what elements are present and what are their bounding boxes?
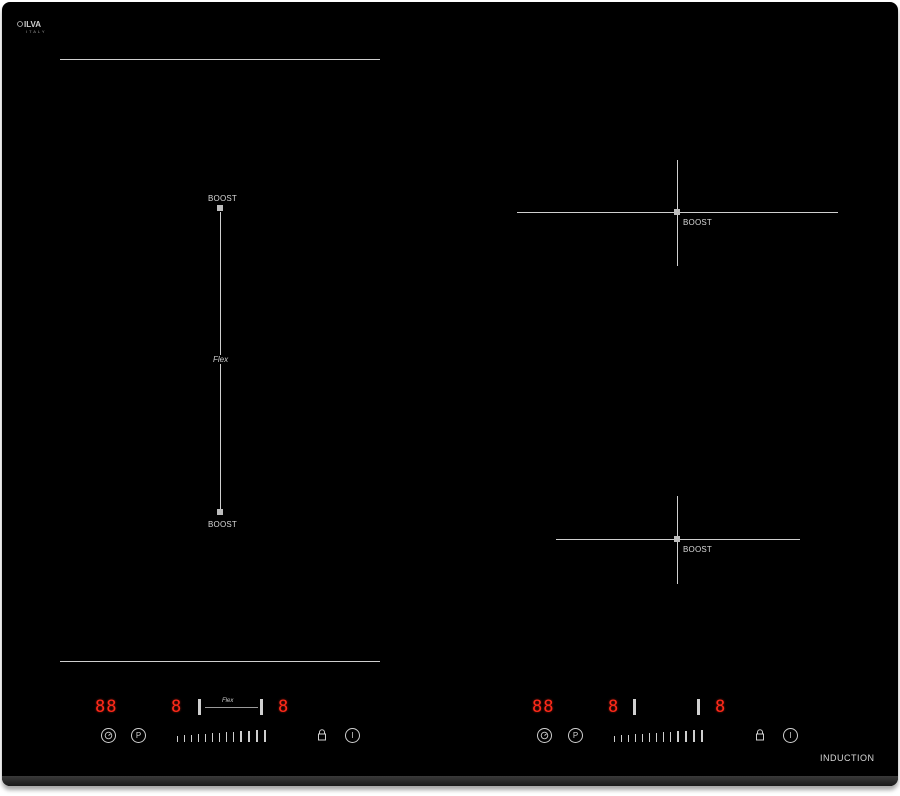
slider-tick	[663, 732, 664, 742]
slider-tick	[642, 734, 643, 742]
left-lock-button[interactable]	[315, 728, 329, 742]
left-power-slider[interactable]	[177, 728, 266, 742]
brand-tagline: ITALY	[26, 29, 47, 34]
left-timer-display: 88	[95, 697, 118, 717]
right-zone-display-1: 8	[608, 697, 620, 717]
left-bridge-start-knob[interactable]	[198, 699, 201, 715]
right-power-slider[interactable]	[614, 728, 703, 742]
right-pause-button[interactable]: P	[568, 728, 583, 743]
slider-tick	[205, 734, 206, 742]
induction-label: INDUCTION	[820, 753, 875, 763]
flex-zone-top-line	[60, 59, 380, 60]
hob-frame-edge	[2, 776, 898, 786]
slider-tick	[198, 734, 199, 742]
brand-logo-mark: ILVA ITALY	[17, 20, 47, 34]
slider-tick	[656, 733, 657, 742]
slider-tick	[670, 732, 671, 742]
right-lock-button[interactable]	[753, 728, 767, 742]
left-pause-button[interactable]: P	[131, 728, 146, 743]
lock-icon	[318, 729, 326, 741]
slider-tick	[226, 732, 227, 742]
flex-center-label: Flex	[211, 355, 231, 364]
flex-boost-bottom-marker[interactable]	[217, 509, 223, 515]
flex-boost-top-marker[interactable]	[217, 205, 223, 211]
timer-icon	[104, 731, 113, 740]
right-bottom-boost-label: BOOST	[683, 545, 713, 554]
flex-zone-bottom-line	[60, 661, 380, 662]
left-zone-display-2: 8	[278, 697, 290, 717]
slider-tick	[191, 735, 192, 742]
slider-tick	[614, 736, 615, 742]
slider-tick	[635, 734, 636, 742]
slider-tick	[233, 732, 234, 742]
slider-tick	[685, 731, 687, 742]
flex-boost-top-label: BOOST	[208, 194, 238, 203]
slider-tick	[240, 731, 242, 742]
right-bottom-boost-marker[interactable]	[674, 536, 680, 542]
left-bridge-line	[205, 707, 258, 708]
right-timer-button[interactable]	[537, 728, 552, 743]
slider-tick	[177, 736, 178, 742]
timer-icon	[540, 731, 549, 740]
slider-tick	[621, 735, 622, 742]
slider-tick	[693, 730, 695, 742]
slider-tick	[701, 730, 703, 742]
slider-tick	[264, 730, 266, 742]
left-timer-button[interactable]	[101, 728, 116, 743]
right-zone-end-knob[interactable]	[697, 699, 700, 715]
left-bridge-label: Flex	[221, 698, 235, 704]
slider-tick	[248, 731, 250, 742]
slider-tick	[219, 733, 220, 742]
lock-icon	[756, 729, 764, 741]
flex-boost-bottom-label: BOOST	[208, 520, 238, 529]
left-bridge-end-knob[interactable]	[260, 699, 263, 715]
brand-name: ILVA	[24, 20, 41, 29]
induction-hob: ILVA ITALY BOOST Flex BOOST BOOST BOOST …	[2, 2, 898, 786]
slider-tick	[649, 733, 650, 742]
right-zone-display-2: 8	[715, 697, 727, 717]
slider-tick	[212, 733, 213, 742]
slider-tick	[628, 735, 629, 742]
slider-tick	[256, 730, 258, 742]
slider-tick	[677, 731, 679, 742]
right-top-boost-marker[interactable]	[674, 209, 680, 215]
right-top-boost-label: BOOST	[683, 218, 713, 227]
right-zone-start-knob[interactable]	[633, 699, 636, 715]
slider-tick	[184, 735, 185, 742]
brand-logo: ILVA ITALY	[17, 20, 63, 39]
right-power-button[interactable]: I	[783, 728, 798, 743]
left-power-button[interactable]: I	[345, 728, 360, 743]
left-zone-display-1: 8	[171, 697, 183, 717]
right-timer-display: 88	[532, 697, 555, 717]
